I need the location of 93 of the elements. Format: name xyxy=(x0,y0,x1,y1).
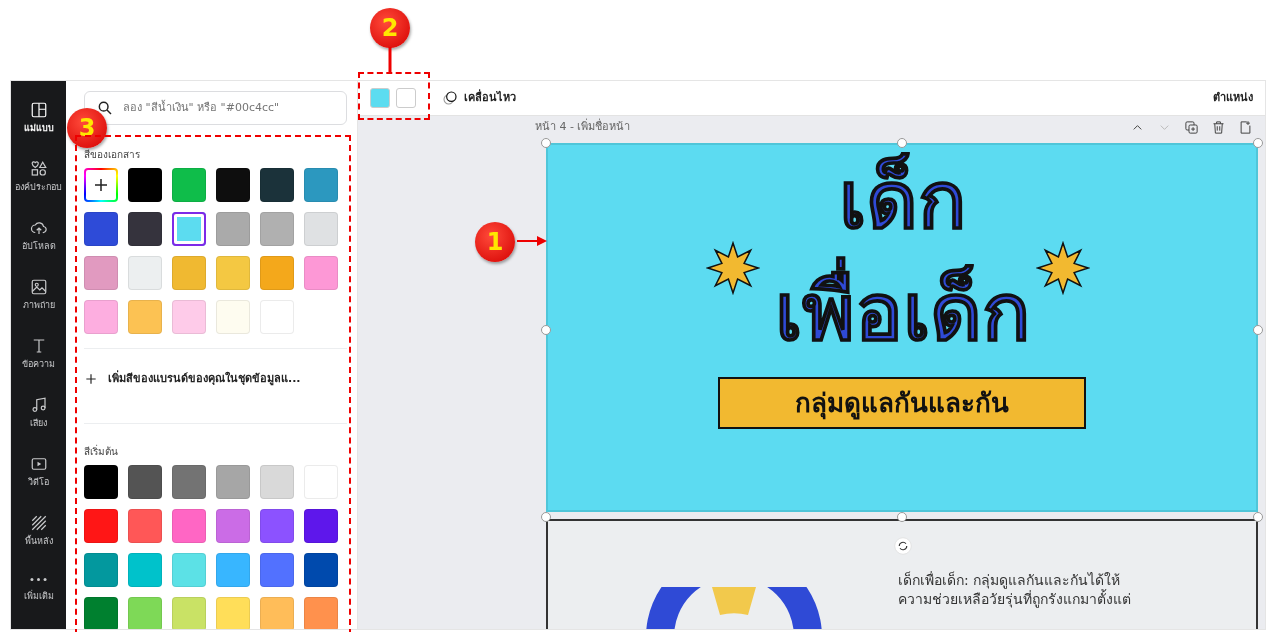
shapes-icon xyxy=(29,160,48,179)
color-swatch[interactable] xyxy=(128,553,162,587)
color-chip[interactable] xyxy=(370,88,390,108)
star-icon xyxy=(706,241,760,295)
heading-text: เด็ก xyxy=(837,151,967,249)
color-swatch[interactable] xyxy=(304,256,338,290)
color-swatch[interactable] xyxy=(84,300,118,334)
add-color-button[interactable] xyxy=(84,168,118,202)
next-page[interactable]: เด็กเพื่อเด็ก: กลุ่มดูแลกันและกันได้ให้ ความช่วยเหลือวัยรุ่นที่ถูกรังแกมาตั้งแต่ xyxy=(546,519,1258,629)
color-swatch[interactable] xyxy=(128,300,162,334)
color-swatch[interactable] xyxy=(260,168,294,202)
sidebar-tab[interactable]: เพิ่มเติม xyxy=(11,561,66,620)
trash-icon[interactable] xyxy=(1211,119,1226,135)
color-swatch[interactable] xyxy=(128,597,162,629)
color-swatch[interactable] xyxy=(84,256,118,290)
music-note-icon xyxy=(29,396,48,415)
color-swatch[interactable] xyxy=(128,256,162,290)
color-swatch[interactable] xyxy=(172,168,206,202)
color-swatch[interactable] xyxy=(216,212,250,246)
color-swatch[interactable] xyxy=(172,300,206,334)
star-icon xyxy=(1036,241,1090,295)
sidebar-tab[interactable]: อัปโหลด xyxy=(11,207,66,266)
animate-button[interactable]: เคลื่อนไหว xyxy=(464,89,516,107)
color-swatch[interactable] xyxy=(172,465,206,499)
color-swatch[interactable] xyxy=(172,597,206,629)
sidebar-tab[interactable]: พื้นหลัง xyxy=(11,502,66,561)
add-brand-colors-link[interactable]: เพิ่มสีของแบรนด์ของคุณในชุดข้อมูลแ... xyxy=(84,349,301,409)
color-swatch[interactable] xyxy=(216,553,250,587)
section-title: สีเริ่มต้น xyxy=(84,444,119,459)
color-swatch[interactable] xyxy=(260,509,294,543)
color-swatch[interactable] xyxy=(128,465,162,499)
design-page[interactable]: เด็ก เพื่อเด็ก กลุ่มดูแลกันและกัน xyxy=(546,143,1258,512)
plus-icon xyxy=(92,176,110,194)
annotation-box xyxy=(358,72,430,120)
resize-handle[interactable] xyxy=(1253,325,1263,335)
sidebar-tab[interactable]: ภาพถ่าย xyxy=(11,266,66,325)
color-swatch[interactable] xyxy=(172,212,206,246)
heading-text: เพื่อเด็ก xyxy=(768,257,1036,369)
color-swatch[interactable] xyxy=(216,168,250,202)
image-icon xyxy=(29,278,48,297)
color-swatch[interactable] xyxy=(172,553,206,587)
color-swatch[interactable] xyxy=(84,553,118,587)
annotation-marker: 2 xyxy=(370,8,410,48)
resize-handle[interactable] xyxy=(1253,138,1263,148)
color-swatch[interactable] xyxy=(84,465,118,499)
color-swatch[interactable] xyxy=(304,509,338,543)
sidebar-tab[interactable]: เสียง xyxy=(11,384,66,443)
color-swatch[interactable] xyxy=(216,597,250,629)
position-button[interactable]: ตำแหน่ง xyxy=(1213,89,1253,107)
color-swatch[interactable] xyxy=(304,597,338,629)
color-swatch[interactable] xyxy=(216,509,250,543)
search-icon xyxy=(97,100,113,116)
color-swatch[interactable] xyxy=(216,300,250,334)
sidebar-tab[interactable]: วิดีโอ xyxy=(11,443,66,502)
color-swatch[interactable] xyxy=(304,168,338,202)
color-swatch[interactable] xyxy=(260,597,294,629)
page-title[interactable]: หน้า 4 - เพิ่มชื่อหน้า xyxy=(535,118,631,136)
sidebar-tab[interactable]: องค์ประกอบ xyxy=(11,148,66,207)
subtitle-banner: กลุ่มดูแลกันและกัน xyxy=(718,377,1086,429)
color-swatch[interactable] xyxy=(260,465,294,499)
sidebar-tab[interactable]: ข้อความ xyxy=(11,325,66,384)
color-swatch[interactable] xyxy=(304,553,338,587)
color-swatch[interactable] xyxy=(84,597,118,629)
annotation-arrow xyxy=(517,235,547,247)
color-swatch[interactable] xyxy=(128,509,162,543)
hatch-pattern-icon xyxy=(29,514,48,533)
color-swatch[interactable] xyxy=(172,509,206,543)
color-swatch[interactable] xyxy=(260,553,294,587)
color-swatch[interactable] xyxy=(84,509,118,543)
color-swatch[interactable] xyxy=(172,256,206,290)
leader-line xyxy=(388,47,392,73)
resize-handle[interactable] xyxy=(897,138,907,148)
resize-handle[interactable] xyxy=(541,325,551,335)
rotate-icon[interactable] xyxy=(894,537,912,555)
color-swatch[interactable] xyxy=(216,256,250,290)
color-swatch[interactable] xyxy=(128,168,162,202)
color-swatch[interactable] xyxy=(304,212,338,246)
section-title: สีของเอกสาร xyxy=(84,148,141,162)
animate-icon[interactable] xyxy=(442,90,458,106)
color-swatch[interactable] xyxy=(260,256,294,290)
more-icon xyxy=(30,577,47,581)
color-swatch[interactable] xyxy=(216,465,250,499)
color-swatch[interactable] xyxy=(84,212,118,246)
resize-handle[interactable] xyxy=(541,138,551,148)
color-chip[interactable] xyxy=(396,88,416,108)
plus-icon xyxy=(84,372,98,386)
color-swatch[interactable] xyxy=(128,212,162,246)
sidebar-tab[interactable]: แม่แบบ xyxy=(11,89,66,148)
add-page-icon[interactable] xyxy=(1238,119,1253,135)
body-text: เด็กเพื่อเด็ก: กลุ่มดูแลกันและกันได้ให้ ความช่วยเหลือวัยรุ่นที่ถูกรังแกมาตั้งแต่ xyxy=(898,571,1131,609)
layout-icon xyxy=(29,101,48,120)
duplicate-icon[interactable] xyxy=(1184,119,1199,135)
color-swatch[interactable] xyxy=(260,212,294,246)
